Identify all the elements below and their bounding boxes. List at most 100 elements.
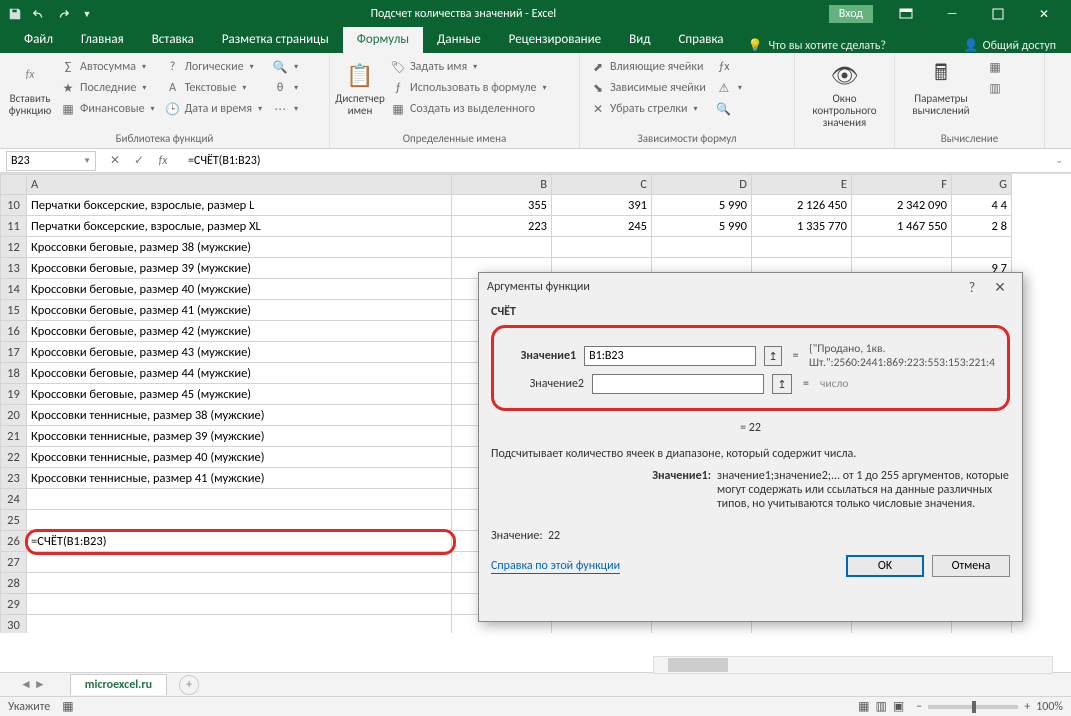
- cell[interactable]: 391: [552, 195, 652, 216]
- row-header[interactable]: 29: [1, 594, 27, 615]
- add-sheet-icon[interactable]: +: [179, 675, 199, 695]
- qat-customize-icon[interactable]: ▼: [76, 3, 98, 25]
- cell[interactable]: 355: [452, 195, 552, 216]
- dialog-ok-button[interactable]: OK: [846, 555, 924, 577]
- cell[interactable]: 245: [552, 216, 652, 237]
- evaluate-button[interactable]: 🔍: [712, 99, 746, 119]
- row-header[interactable]: 24: [1, 489, 27, 510]
- lookup-button[interactable]: 🔍▾: [268, 57, 302, 77]
- cell[interactable]: [452, 237, 552, 258]
- cell[interactable]: [27, 510, 452, 531]
- cell[interactable]: [852, 237, 952, 258]
- cell[interactable]: Кроссовки теннисные, размер 39 (мужские): [27, 426, 452, 447]
- cell[interactable]: [27, 552, 452, 573]
- dialog-help-icon[interactable]: ?: [958, 279, 986, 296]
- tab-review[interactable]: Рецензирование: [495, 27, 615, 53]
- tab-help[interactable]: Справка: [664, 27, 737, 53]
- watch-window-button[interactable]: 👁 Окно контрольного значения: [801, 55, 888, 146]
- cell[interactable]: 1 335 770: [752, 216, 852, 237]
- cell[interactable]: [752, 237, 852, 258]
- sheet-nav-next-icon[interactable]: ►: [34, 677, 46, 692]
- horizontal-scrollbar[interactable]: [653, 656, 1053, 674]
- macro-record-icon[interactable]: ▦: [62, 699, 73, 714]
- cell[interactable]: 5 990: [652, 195, 752, 216]
- cell[interactable]: Перчатки боксерские, взрослые, размер L: [27, 195, 452, 216]
- dialog-help-link[interactable]: Справка по этой функции: [491, 559, 620, 574]
- cell[interactable]: [27, 615, 452, 634]
- cell[interactable]: 5 990: [652, 216, 752, 237]
- row-header[interactable]: 22: [1, 447, 27, 468]
- use-in-formula-button[interactable]: ƒИспользовать в формуле▾: [386, 78, 551, 98]
- row-header[interactable]: 12: [1, 237, 27, 258]
- dialog-close-icon[interactable]: ✕: [986, 279, 1014, 296]
- view-pagebreak-icon[interactable]: ▣: [893, 699, 904, 714]
- cell[interactable]: Кроссовки беговые, размер 41 (мужские): [27, 300, 452, 321]
- cell[interactable]: [27, 594, 452, 615]
- show-formulas-button[interactable]: ƒx: [712, 57, 746, 77]
- arg1-ref-icon[interactable]: ↥: [764, 346, 782, 366]
- row-header[interactable]: 30: [1, 615, 27, 634]
- row-header[interactable]: 28: [1, 573, 27, 594]
- more-button[interactable]: ⋯▾: [268, 99, 302, 119]
- arg2-input[interactable]: [592, 374, 764, 394]
- arg1-input[interactable]: [584, 346, 756, 366]
- cell[interactable]: [27, 489, 452, 510]
- row-header[interactable]: 15: [1, 300, 27, 321]
- view-layout-icon[interactable]: ▥: [876, 699, 887, 714]
- close-icon[interactable]: ✕: [1021, 0, 1067, 28]
- arg2-ref-icon[interactable]: ↥: [772, 374, 792, 394]
- row-header[interactable]: 27: [1, 552, 27, 573]
- cell[interactable]: 2 8: [952, 216, 1012, 237]
- row-header[interactable]: 14: [1, 279, 27, 300]
- cell[interactable]: Кроссовки теннисные, размер 41 (мужские): [27, 468, 452, 489]
- cell[interactable]: Кроссовки беговые, размер 40 (мужские): [27, 279, 452, 300]
- remove-arrows-button[interactable]: ✕Убрать стрелки▾: [586, 99, 710, 119]
- row-header[interactable]: 21: [1, 426, 27, 447]
- row-header[interactable]: 25: [1, 510, 27, 531]
- zoom-slider[interactable]: [928, 705, 1018, 709]
- fx-icon[interactable]: fx: [154, 154, 172, 168]
- row-header[interactable]: 18: [1, 363, 27, 384]
- tab-insert[interactable]: Вставка: [138, 27, 208, 53]
- row-header[interactable]: 23: [1, 468, 27, 489]
- recent-button[interactable]: ★Последние▾: [56, 78, 159, 98]
- undo-icon[interactable]: [28, 3, 50, 25]
- tab-data[interactable]: Данные: [423, 27, 495, 53]
- cell[interactable]: Кроссовки беговые, размер 44 (мужские): [27, 363, 452, 384]
- col-header[interactable]: B: [452, 175, 552, 195]
- sheet-nav-prev-icon[interactable]: ◄: [20, 677, 32, 692]
- tab-formulas[interactable]: Формулы: [343, 27, 423, 53]
- cell[interactable]: Кроссовки беговые, размер 39 (мужские): [27, 258, 452, 279]
- expand-formula-bar-icon[interactable]: ⌄: [1047, 155, 1071, 166]
- minimize-icon[interactable]: —: [929, 0, 975, 28]
- error-check-button[interactable]: ⚠▾: [712, 78, 746, 98]
- col-header[interactable]: E: [752, 175, 852, 195]
- define-name-button[interactable]: 🏷Задать имя▾: [386, 57, 551, 77]
- tell-me[interactable]: 💡 Что вы хотите сделать?: [748, 38, 886, 53]
- row-header[interactable]: 26: [1, 531, 27, 552]
- login-button[interactable]: Вход: [829, 5, 873, 23]
- dialog-cancel-button[interactable]: Отмена: [932, 555, 1010, 577]
- tab-view[interactable]: Вид: [615, 27, 664, 53]
- create-from-selection-button[interactable]: ▦Создать из выделенного: [386, 99, 551, 119]
- cell[interactable]: Кроссовки теннисные, размер 40 (мужские): [27, 447, 452, 468]
- trace-precedents-button[interactable]: ⬈Влияющие ячейки: [586, 57, 710, 77]
- zoom-in-icon[interactable]: +: [1024, 700, 1030, 714]
- name-box[interactable]: B23▼: [6, 151, 96, 171]
- cell[interactable]: 1 467 550: [852, 216, 952, 237]
- cancel-formula-icon[interactable]: ✕: [106, 153, 124, 168]
- row-header[interactable]: 19: [1, 384, 27, 405]
- maximize-icon[interactable]: [975, 0, 1021, 28]
- col-header[interactable]: F: [852, 175, 952, 195]
- col-header[interactable]: A: [27, 175, 452, 195]
- datetime-button[interactable]: 🕒Дата и время▾: [161, 99, 267, 119]
- cell[interactable]: Кроссовки теннисные, размер 38 (мужские): [27, 405, 452, 426]
- cell[interactable]: [27, 573, 452, 594]
- tab-home[interactable]: Главная: [67, 27, 138, 53]
- col-header[interactable]: D: [652, 175, 752, 195]
- cell[interactable]: Кроссовки беговые, размер 38 (мужские): [27, 237, 452, 258]
- cell[interactable]: Кроссовки беговые, размер 43 (мужские): [27, 342, 452, 363]
- cell[interactable]: Кроссовки беговые, размер 45 (мужские): [27, 384, 452, 405]
- zoom-value[interactable]: 100%: [1036, 700, 1063, 714]
- tab-file[interactable]: Файл: [10, 27, 67, 53]
